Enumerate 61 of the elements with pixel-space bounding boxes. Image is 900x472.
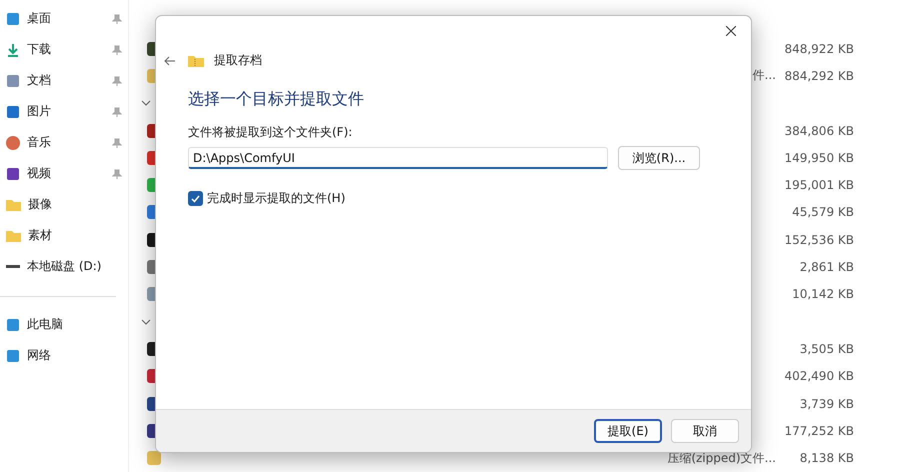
back-button[interactable] [162, 54, 178, 68]
browse-button[interactable]: 浏览(R)... [618, 146, 700, 170]
file-size: 402,490 KB [783, 369, 854, 384]
file-size: 152,536 KB [783, 232, 854, 247]
file-size: 384,806 KB [783, 124, 854, 138]
picture-icon [6, 104, 20, 118]
sidebar-item[interactable]: 桌面 [0, 3, 128, 34]
folder-icon [6, 198, 21, 211]
file-type: 件... [752, 67, 776, 84]
sidebar-item[interactable]: 此电脑 [0, 309, 128, 340]
sidebar-item[interactable]: 网络 [0, 340, 128, 371]
sidebar-item[interactable]: 音乐 [0, 127, 128, 158]
file-type: 压缩(zipped)文件... [667, 450, 776, 467]
document-icon [6, 74, 20, 88]
music-icon [6, 136, 20, 150]
desktop-icon [6, 12, 20, 26]
computer-icon [6, 318, 20, 332]
app-icon [147, 451, 161, 466]
pin-icon[interactable] [112, 44, 122, 54]
sidebar-item[interactable]: 本地磁盘 (D:) [0, 251, 128, 282]
file-size: 195,001 KB [783, 178, 854, 192]
file-size: 3,739 KB [798, 396, 854, 410]
folder-path-field[interactable]: D:\Apps\ComfyUI [188, 147, 608, 169]
folder-label: 文件将被提取到这个文件夹(F): [188, 124, 354, 141]
sidebar-item[interactable]: 素材 [0, 220, 128, 251]
file-size: 884,292 KB [783, 68, 854, 83]
checkbox[interactable] [188, 191, 203, 206]
close-icon [726, 26, 736, 36]
pin-icon[interactable] [112, 168, 122, 178]
file-size: 177,252 KB [783, 424, 854, 438]
sidebar-item[interactable]: 摄像 [0, 189, 128, 220]
pin-icon[interactable] [112, 14, 122, 24]
file-size: 8,138 KB [798, 451, 854, 466]
checkbox-label: 完成时显示提取的文件(H) [207, 190, 346, 207]
checkmark-icon [191, 194, 200, 202]
chevron-icon[interactable] [141, 316, 151, 327]
file-size: 3,505 KB [798, 342, 854, 356]
file-size: 10,142 KB [791, 287, 854, 302]
back-arrow-icon [164, 56, 176, 66]
pin-icon[interactable] [112, 106, 122, 116]
sidebar-item[interactable]: 文档 [0, 65, 128, 96]
file-size: 2,861 KB [798, 260, 854, 274]
chevron-icon[interactable] [141, 98, 151, 108]
zip-folder-icon [188, 54, 204, 67]
file-size: 45,579 KB [791, 205, 854, 220]
cancel-button[interactable]: 取消 [671, 419, 739, 443]
dialog-title: 提取存档 [214, 52, 262, 69]
drive-icon [6, 265, 20, 268]
network-icon [6, 348, 20, 362]
extract-button[interactable]: 提取(E) [594, 419, 662, 443]
folder-icon [6, 229, 21, 242]
video-icon [6, 166, 20, 180]
pin-icon[interactable] [112, 76, 122, 86]
file-size: 848,922 KB [783, 42, 854, 56]
pin-icon[interactable] [112, 138, 122, 148]
file-size: 149,950 KB [783, 150, 854, 165]
sidebar-item[interactable]: 图片 [0, 96, 128, 127]
download-icon [6, 42, 20, 56]
dialog-heading: 选择一个目标并提取文件 [188, 89, 365, 110]
sidebar-item[interactable]: 视频 [0, 158, 128, 189]
sidebar-item[interactable]: 下载 [0, 34, 128, 65]
